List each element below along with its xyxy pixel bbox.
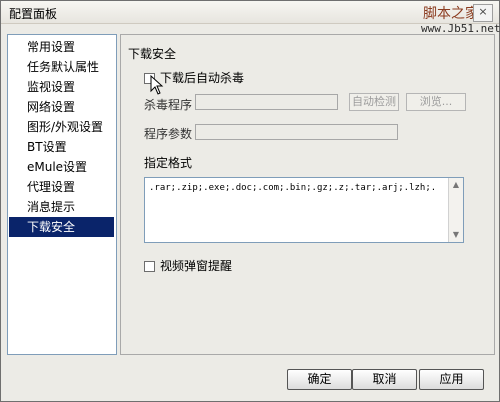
sidebar-item-proxy[interactable]: 代理设置 xyxy=(9,177,114,197)
settings-sidebar: 常用设置 任务默认属性 监视设置 网络设置 图形/外观设置 BT设置 eMule… xyxy=(7,34,117,355)
apply-button[interactable]: 应用 xyxy=(419,369,484,390)
sidebar-item-common[interactable]: 常用设置 xyxy=(9,37,114,57)
title-bar: 配置面板 脚本之家 × xyxy=(1,1,499,24)
section-heading: 下载安全 xyxy=(128,47,177,61)
download-security-panel: 下载安全 下载后自动杀毒 杀毒程序 自动检测 浏览... 程序参数 指定格式 .… xyxy=(120,34,495,355)
sidebar-item-task-defaults[interactable]: 任务默认属性 xyxy=(9,57,114,77)
sidebar-item-network[interactable]: 网络设置 xyxy=(9,97,114,117)
browse-button[interactable]: 浏览... xyxy=(406,93,466,111)
sidebar-item-monitor[interactable]: 监视设置 xyxy=(9,77,114,97)
specified-format-label: 指定格式 xyxy=(144,156,193,170)
antivirus-program-label: 杀毒程序 xyxy=(144,98,193,112)
mouse-cursor-icon xyxy=(150,75,164,95)
program-params-input[interactable] xyxy=(195,124,398,140)
format-list-textarea[interactable]: .rar;.zip;.exe;.doc;.com;.bin;.gz;.z;.ta… xyxy=(144,177,464,243)
auto-detect-button[interactable]: 自动检测 xyxy=(349,93,399,111)
scroll-up-arrow-icon[interactable]: ▲ xyxy=(449,178,463,192)
sidebar-item-download-security[interactable]: 下载安全 xyxy=(9,217,114,237)
sidebar-item-appearance[interactable]: 图形/外观设置 xyxy=(9,117,114,137)
format-list-text: .rar;.zip;.exe;.doc;.com;.bin;.gz;.z;.ta… xyxy=(149,183,437,193)
video-popup-checkbox[interactable] xyxy=(144,261,155,272)
watermark-brand: 脚本之家 xyxy=(423,6,479,22)
sidebar-item-bt[interactable]: BT设置 xyxy=(9,137,114,157)
format-list-scrollbar[interactable]: ▲ ▼ xyxy=(448,178,463,242)
config-panel-window: 配置面板 脚本之家 × www.Jb51.net 常用设置 任务默认属性 监视设… xyxy=(0,0,500,402)
close-button[interactable]: × xyxy=(473,4,493,22)
cancel-button[interactable]: 取消 xyxy=(352,369,417,390)
antivirus-program-input[interactable] xyxy=(195,94,338,110)
window-title: 配置面板 xyxy=(9,7,58,21)
sidebar-item-emule[interactable]: eMule设置 xyxy=(9,157,114,177)
scroll-down-arrow-icon[interactable]: ▼ xyxy=(449,228,463,242)
video-popup-label: 视频弹窗提醒 xyxy=(160,259,233,273)
ok-button[interactable]: 确定 xyxy=(287,369,352,390)
program-params-label: 程序参数 xyxy=(144,127,193,141)
auto-scan-label: 下载后自动杀毒 xyxy=(160,71,245,85)
sidebar-item-notifications[interactable]: 消息提示 xyxy=(9,197,114,217)
